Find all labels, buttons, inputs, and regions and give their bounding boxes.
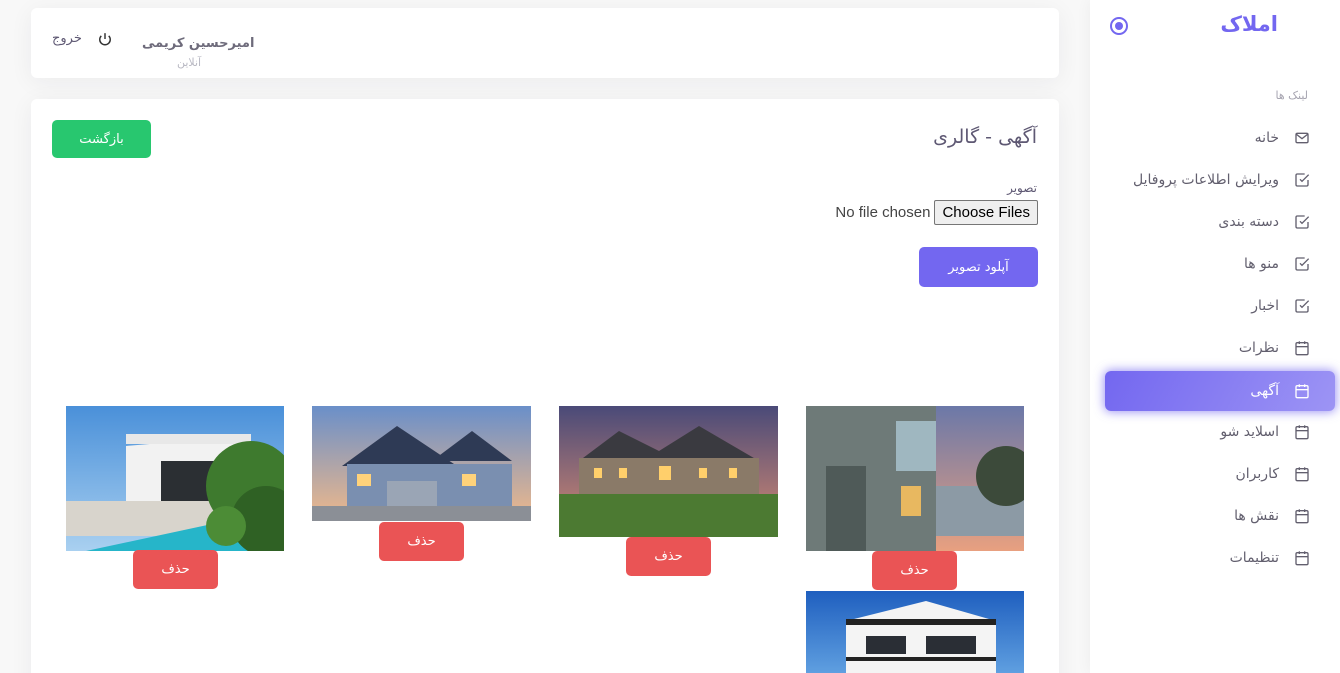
sidebar-item-settings[interactable]: تنظیمات — [1105, 538, 1335, 578]
sidebar-item-label: تنظیمات — [1229, 550, 1279, 566]
sidebar-item-home[interactable]: خانه — [1105, 118, 1335, 158]
check-square-icon — [1293, 171, 1311, 189]
sidebar-item-news[interactable]: اخبار — [1105, 286, 1335, 326]
user-status: آنلاین — [177, 56, 202, 69]
back-button[interactable]: بازگشت — [52, 120, 151, 158]
sidebar-toggle-icon[interactable] — [1110, 17, 1128, 35]
user-name[interactable]: امیرحسین کریمی — [142, 36, 254, 51]
top-navbar: امیرحسین کریمی آنلاین خروج — [31, 8, 1059, 78]
page-title: آگهی - گالری — [933, 126, 1037, 148]
upload-image-button[interactable]: آپلود تصویر — [919, 247, 1038, 287]
gallery-image — [66, 406, 284, 551]
sidebar-item-label: نقش ها — [1234, 508, 1279, 524]
sidebar-item-categories[interactable]: دسته بندی — [1105, 202, 1335, 242]
delete-image-button[interactable]: حذف — [133, 550, 218, 589]
sidebar-item-label: ویرایش اطلاعات پروفایل — [1133, 172, 1279, 188]
power-icon — [98, 32, 111, 45]
sidebar-item-label: منو ها — [1243, 256, 1279, 272]
sidebar-item-label: دسته بندی — [1218, 214, 1279, 230]
sidebar-item-label: آگهی — [1250, 383, 1279, 399]
delete-image-button[interactable]: حذف — [872, 551, 957, 590]
sidebar-item-comments[interactable]: نظرات — [1105, 328, 1335, 368]
gallery-image — [312, 406, 531, 521]
sidebar-item-label: اسلاید شو — [1220, 424, 1279, 440]
calendar-icon — [1293, 549, 1311, 567]
sidebar: املاک لینک ها خانه ویرایش اطلاعات پروفای… — [1090, 0, 1340, 673]
image-field-label: تصویر — [1007, 181, 1037, 195]
calendar-icon — [1293, 423, 1311, 441]
sidebar-item-menus[interactable]: منو ها — [1105, 244, 1335, 284]
sidebar-item-label: کاربران — [1235, 466, 1279, 482]
delete-image-button[interactable]: حذف — [379, 522, 464, 561]
sidebar-item-ads[interactable]: آگهی — [1105, 371, 1335, 411]
check-square-icon — [1293, 213, 1311, 231]
mail-icon — [1293, 129, 1311, 147]
sidebar-section-title: لینک ها — [1275, 89, 1308, 102]
sidebar-item-users[interactable]: کاربران — [1105, 454, 1335, 494]
sidebar-item-roles[interactable]: نقش ها — [1105, 496, 1335, 536]
logout-label: خروج — [52, 31, 82, 46]
file-input[interactable]: Choose Files No file chosen — [835, 200, 1038, 225]
brand-logo[interactable]: املاک — [1220, 12, 1278, 36]
sidebar-item-label: اخبار — [1251, 298, 1279, 314]
calendar-icon — [1293, 339, 1311, 357]
sidebar-item-slideshow[interactable]: اسلاید شو — [1105, 412, 1335, 452]
sidebar-item-label: نظرات — [1238, 340, 1279, 356]
gallery-image — [559, 406, 778, 537]
gallery-card: آگهی - گالری بازگشت تصویر Choose Files N… — [31, 99, 1059, 673]
choose-files-button[interactable]: Choose Files — [934, 200, 1038, 225]
file-status: No file chosen — [835, 204, 931, 221]
calendar-icon — [1293, 382, 1311, 400]
gallery-image — [806, 406, 1024, 551]
sidebar-item-edit-profile[interactable]: ویرایش اطلاعات پروفایل — [1105, 160, 1335, 200]
calendar-icon — [1293, 465, 1311, 483]
sidebar-item-label: خانه — [1254, 130, 1279, 146]
calendar-icon — [1293, 507, 1311, 525]
check-square-icon — [1293, 297, 1311, 315]
gallery-image — [806, 591, 1024, 673]
check-square-icon — [1293, 255, 1311, 273]
delete-image-button[interactable]: حذف — [626, 537, 711, 576]
logout-button[interactable]: خروج — [52, 31, 112, 46]
